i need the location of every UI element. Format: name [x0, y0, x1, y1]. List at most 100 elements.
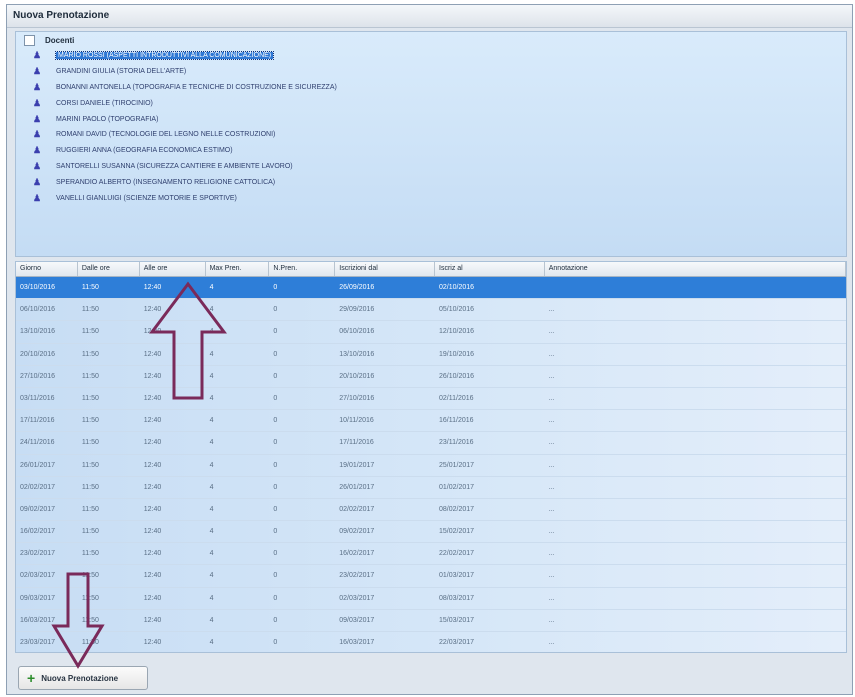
table-row[interactable]: 23/02/2017 11:50 12:40 4 0 16/02/2017 22/02/20…: [16, 543, 846, 566]
new-booking-window: Nuova Prenotazione Docenti ♟ MARIO ROSSI …: [6, 4, 853, 695]
docente-item[interactable]: ♟ SANTORELLI SUSANNA (SICUREZZA CANTIERE …: [16, 159, 846, 175]
column-header[interactable]: Iscriz al: [435, 262, 545, 276]
table-row[interactable]: 16/03/2017 11:50 12:40 4 0 09/03/2017 15/03/20…: [16, 610, 846, 632]
docente-name: CORSI DANIELE (TIROCINIO): [56, 99, 153, 107]
table-cell: 15/02/2017: [439, 528, 475, 536]
table-cell: 26/09/2016: [339, 284, 375, 291]
table-cell: 11:50: [81, 439, 99, 447]
table-cell: ...: [548, 328, 555, 336]
docenti-list: ♟ MARIO ROSSI (ASPETTI INTRODUTTIVI ALLA …: [16, 48, 846, 206]
up-arrow-shape: [149, 281, 227, 400]
table-cell: ...: [548, 639, 555, 646]
column-header[interactable]: N.Pren.: [269, 262, 336, 276]
table-cell: 05/10/2016: [439, 306, 475, 314]
table-cell: 0: [273, 306, 278, 314]
docenti-panel: Docenti ♟ MARIO ROSSI (ASPETTI INTRODUTTI…: [15, 31, 847, 257]
table-cell: 11:50: [81, 461, 99, 469]
docente-item[interactable]: ♟ ROMANI DAVID (TECNOLOGIE DEL LEGNO NELL…: [16, 127, 846, 143]
table-row[interactable]: 13/10/2016 11:50 12:40 4 0 06/10/2016 12/10/20…: [16, 321, 846, 344]
table-cell: 0: [273, 284, 278, 291]
table-cell: 16/03/2017: [339, 639, 375, 646]
table-cell: 4: [209, 616, 214, 624]
table-cell: 23/02/2017: [339, 572, 375, 580]
column-header[interactable]: Alle ore: [140, 262, 206, 276]
docente-item[interactable]: ♟ SPERANDIO ALBERTO (INSEGNAMENTO RELIGIO…: [16, 174, 846, 190]
table-cell: 13/10/2016: [339, 350, 375, 358]
table-cell: ...: [548, 417, 555, 425]
table-cell: 0: [273, 417, 278, 425]
docente-item[interactable]: ♟ BONANNI ANTONELLA (TOPOGRAFIA E TECNICH…: [16, 80, 846, 96]
table-cell: 12:40: [143, 616, 162, 624]
table-cell: 4: [209, 639, 214, 646]
docente-name: BONANNI ANTONELLA (TOPOGRAFIA E TECNICHE…: [56, 83, 337, 91]
table-row[interactable]: 09/02/2017 11:50 12:40 4 0 02/02/2017 08/02/20…: [16, 499, 846, 522]
table-cell: 17/11/2016: [20, 417, 55, 425]
table-cell: 27/10/2016: [20, 372, 56, 380]
table-row[interactable]: 26/01/2017 11:50 12:40 4 0 19/01/2017 25/01/20…: [16, 455, 846, 477]
table-row[interactable]: 17/11/2016 11:50 12:40 4 0 10/11/2016 16/11/20…: [16, 410, 846, 433]
table-cell: 10/11/2016: [339, 417, 374, 425]
table-cell: 4: [209, 439, 214, 447]
table-cell: 11:50: [81, 372, 99, 380]
table-cell: 12:40: [143, 461, 162, 469]
table-row[interactable]: 09/03/2017 11:50 12:40 4 0 02/03/2017 08/03/20…: [16, 588, 846, 610]
table-cell: 11:50: [81, 483, 99, 491]
column-header[interactable]: Dalle ore: [78, 262, 140, 276]
docente-item[interactable]: ♟ MARINI PAOLO (TOPOGRAFIA): [16, 111, 846, 127]
person-icon: ♟: [32, 81, 42, 92]
docente-item[interactable]: ♟ VANELLI GIANLUIGI (SCIENZE MOTORIE E SP…: [16, 190, 846, 206]
table-cell: 25/01/2017: [439, 461, 475, 469]
table-cell: 4: [209, 594, 214, 602]
table-row[interactable]: 23/03/2017 11:50 12:40 4 0 16/03/2017 22/03/20…: [16, 632, 846, 652]
table-row[interactable]: 02/03/2017 11:50 12:40 4 0 23/02/2017 01/03/20…: [16, 565, 846, 588]
column-header[interactable]: Giorno: [16, 262, 78, 276]
table-cell: 22/03/2017: [439, 639, 475, 646]
docente-item[interactable]: ♟ GRANDINI GIULIA (STORIA DELL'ARTE): [16, 64, 846, 80]
table-cell: 0: [273, 505, 278, 513]
table-row[interactable]: 03/10/2016 11:50 12:40 4 0 26/09/2016 02/10/20…: [16, 277, 846, 300]
table-cell: 12:40: [143, 439, 162, 447]
table-cell: 11:50: [81, 394, 99, 402]
booking-table: Giorno Dalle ore Alle ore Max Pren. N.Pren. I…: [15, 261, 847, 653]
table-cell: 01/03/2017: [439, 572, 475, 580]
table-row[interactable]: 02/02/2017 11:50 12:40 4 0 26/01/2017 01/02/20…: [16, 477, 846, 499]
table-cell: 01/02/2017: [439, 483, 475, 491]
docenti-header[interactable]: Docenti: [16, 32, 846, 48]
table-cell: 23/02/2017: [20, 550, 56, 558]
table-cell: 0: [273, 350, 278, 358]
column-header[interactable]: Max Pren.: [206, 262, 270, 276]
table-cell: 20/10/2016: [20, 350, 56, 358]
table-cell: 11:50: [81, 306, 99, 314]
table-cell: 02/02/2017: [339, 505, 375, 513]
table-cell: 19/10/2016: [439, 350, 475, 358]
table-cell: 4: [209, 505, 214, 513]
docente-item[interactable]: ♟ CORSI DANIELE (TIROCINIO): [16, 95, 846, 111]
table-row[interactable]: 27/10/2016 11:50 12:40 4 0 20/10/2016 26/10/20…: [16, 366, 846, 388]
docente-name: MARIO ROSSI (ASPETTI INTRODUTTIVI ALLA C…: [54, 51, 275, 61]
table-cell: ...: [548, 461, 555, 469]
table-cell: 03/10/2016: [20, 284, 56, 291]
table-cell: 0: [273, 394, 278, 402]
table-cell: 08/03/2017: [439, 594, 475, 602]
column-header[interactable]: Annotazione: [545, 262, 846, 276]
column-header[interactable]: Iscrizioni dal: [335, 262, 436, 276]
person-icon: ♟: [32, 192, 42, 203]
docente-name: SANTORELLI SUSANNA (SICUREZZA CANTIERE E…: [56, 162, 293, 170]
table-row[interactable]: 03/11/2016 11:50 12:40 4 0 27/10/2016 02/11/20…: [16, 388, 846, 411]
table-cell: 11:50: [81, 528, 99, 536]
docenti-checkbox[interactable]: [24, 34, 35, 46]
table-cell: 0: [273, 483, 278, 491]
table-cell: 12:40: [143, 505, 162, 513]
table-row[interactable]: 16/02/2017 11:50 12:40 4 0 09/02/2017 15/02/20…: [16, 521, 846, 544]
docente-name: RUGGIERI ANNA (GEOGRAFIA ECONOMICA ESTIM…: [56, 147, 233, 155]
table-row[interactable]: 20/10/2016 11:50 12:40 4 0 13/10/2016 19/10/20…: [16, 344, 846, 366]
table-cell: 11:50: [81, 328, 99, 336]
docente-item[interactable]: ♟ RUGGIERI ANNA (GEOGRAFIA ECONOMICA ESTI…: [16, 143, 846, 159]
docente-item[interactable]: ♟ MARIO ROSSI (ASPETTI INTRODUTTIVI ALLA …: [16, 48, 846, 64]
table-cell: 26/01/2017: [339, 483, 375, 491]
person-icon: ♟: [32, 50, 42, 61]
person-icon: ♟: [32, 160, 42, 171]
table-row[interactable]: 24/11/2016 11:50 12:40 4 0 17/11/2016 23/11/20…: [16, 432, 846, 455]
table-row[interactable]: 06/10/2016 11:50 12:40 4 0 29/09/2016 05/10/20…: [16, 299, 846, 322]
table-cell: 17/11/2016: [339, 439, 374, 447]
